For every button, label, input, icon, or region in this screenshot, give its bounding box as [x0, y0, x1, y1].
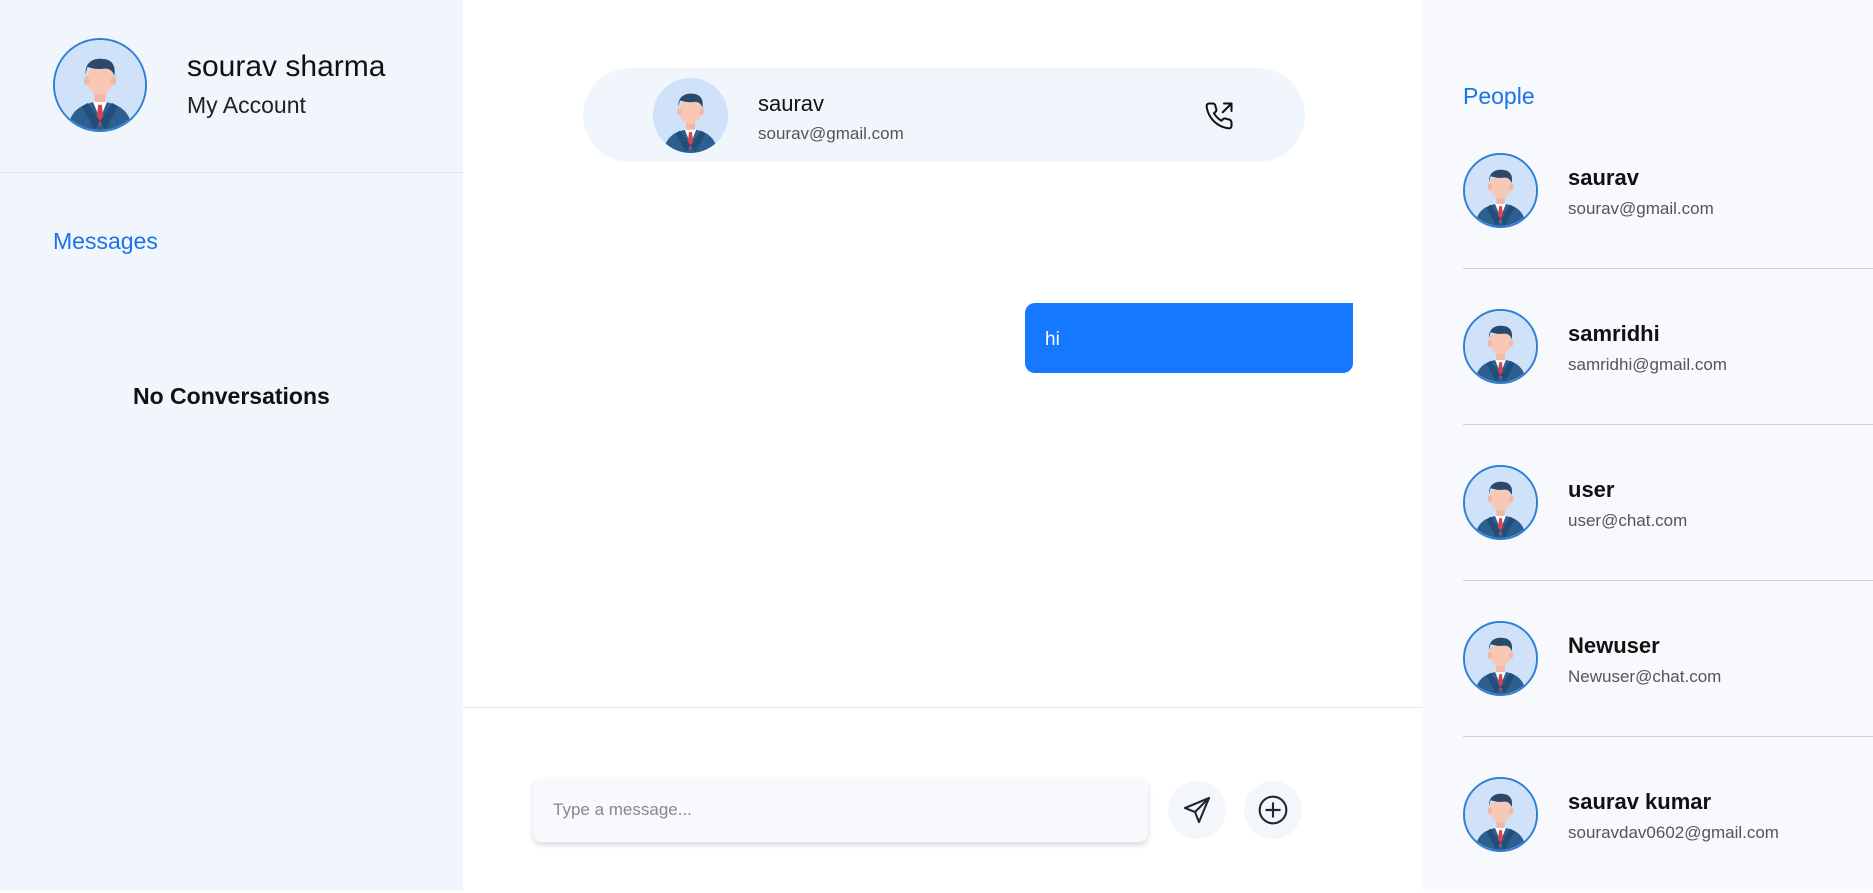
account-name: sourav sharma [187, 50, 386, 83]
person-name: samridhi [1568, 321, 1660, 346]
person-item[interactable]: user user@chat.com [1463, 425, 1873, 581]
person-email: user@chat.com [1568, 511, 1688, 530]
conversations-sidebar: sourav sharma My Account Messages No Con… [0, 0, 463, 891]
user-avatar-icon [1465, 623, 1536, 694]
message-input[interactable] [533, 778, 1148, 842]
person-avatar [1463, 465, 1538, 540]
attach-button[interactable] [1244, 781, 1302, 839]
people-panel: People saurav sourav@gmail.com samridhi … [1423, 0, 1873, 891]
person-avatar [1463, 153, 1538, 228]
user-avatar-icon [1465, 467, 1536, 538]
user-avatar-icon [1465, 779, 1536, 850]
account-avatar[interactable] [53, 38, 147, 132]
person-email: sourav@gmail.com [1568, 199, 1714, 218]
plus-circle-icon [1258, 795, 1288, 825]
person-email: samridhi@gmail.com [1568, 355, 1727, 374]
composer-divider [463, 707, 1423, 708]
messages-heading: Messages [53, 228, 158, 254]
person-name: saurav [1568, 165, 1639, 190]
person-name: Newuser [1568, 633, 1660, 658]
user-avatar-icon [55, 40, 145, 130]
person-avatar [1463, 309, 1538, 384]
person-item[interactable]: saurav kumar souravdav0602@gmail.com [1463, 737, 1873, 893]
person-item[interactable]: samridhi samridhi@gmail.com [1463, 269, 1873, 425]
send-button[interactable] [1168, 781, 1226, 839]
person-avatar [1463, 777, 1538, 852]
person-item[interactable]: Newuser Newuser@chat.com [1463, 581, 1873, 737]
people-heading: People [1463, 83, 1535, 109]
empty-conversations-text: No Conversations [133, 383, 330, 409]
my-account-link[interactable]: My Account [187, 92, 306, 119]
person-email: Newuser@chat.com [1568, 667, 1722, 686]
person-item[interactable]: saurav sourav@gmail.com [1463, 113, 1873, 269]
send-icon [1183, 796, 1211, 824]
phone-outgoing-icon[interactable] [1204, 101, 1234, 131]
chat-panel: saurav sourav@gmail.com hi [463, 0, 1423, 891]
chat-contact-avatar[interactable] [653, 78, 728, 153]
outgoing-message-bubble: hi [1025, 303, 1353, 373]
person-name: user [1568, 477, 1615, 502]
person-avatar [1463, 621, 1538, 696]
user-avatar-icon [1465, 311, 1536, 382]
account-header: sourav sharma My Account [0, 0, 463, 173]
user-avatar-icon [1465, 155, 1536, 226]
person-email: souravdav0602@gmail.com [1568, 823, 1779, 842]
chat-contact-email: sourav@gmail.com [758, 124, 904, 143]
person-name: saurav kumar [1568, 789, 1712, 814]
user-avatar-icon [653, 78, 728, 153]
chat-contact-name: saurav [758, 91, 825, 116]
